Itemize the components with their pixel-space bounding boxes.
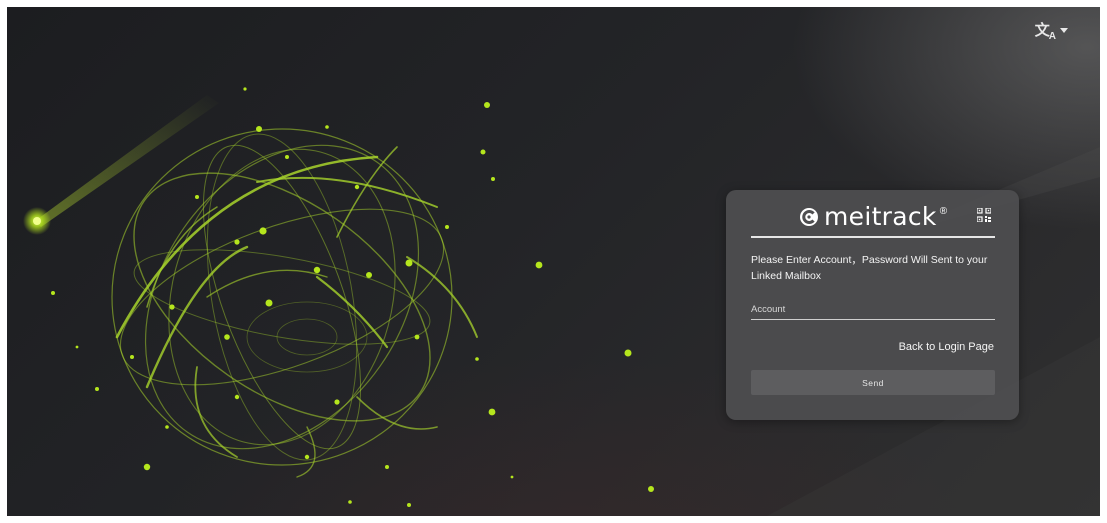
- translate-icon: 文A: [1034, 22, 1056, 42]
- registered-mark: ®: [939, 206, 948, 217]
- brand-name: meitrack: [824, 202, 937, 231]
- account-input[interactable]: [751, 299, 995, 320]
- back-to-login-link[interactable]: Back to Login Page: [899, 341, 994, 353]
- brand-header: meitrack ®: [751, 200, 995, 238]
- qr-code-icon[interactable]: [977, 208, 991, 222]
- brand-logo: meitrack ®: [799, 202, 947, 231]
- language-switcher[interactable]: 文A: [1035, 19, 1068, 42]
- meitrack-logo-icon: [800, 207, 818, 226]
- caret-down-icon: [1060, 28, 1068, 33]
- login-screen: 文A meitrack ® Please Enter Account，Passw…: [7, 7, 1100, 516]
- forgot-password-card: meitrack ® Please Enter Account，Password…: [726, 190, 1019, 420]
- send-button[interactable]: Send: [751, 370, 995, 395]
- instruction-text: Please Enter Account，Password Will Sent …: [751, 254, 988, 282]
